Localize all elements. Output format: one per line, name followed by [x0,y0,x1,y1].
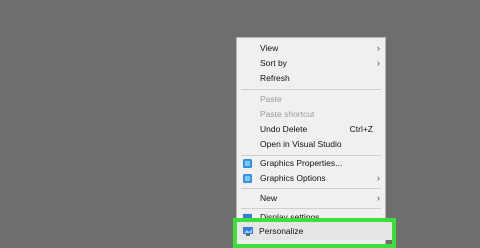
submenu-arrow-icon: › [377,43,380,53]
menu-item-label: Undo Delete [260,124,308,134]
menu-item-label: Sort by [260,58,287,68]
menu-item-label: Graphics Options [260,173,326,183]
menu-item-label: Paste [260,94,282,104]
submenu-arrow-icon: › [377,193,380,203]
intel-graphics-icon [243,174,252,183]
submenu-arrow-icon: › [377,173,380,183]
menu-item-new[interactable]: New › [237,191,385,206]
menu-separator [241,208,381,209]
menu-item-label: New [260,193,278,203]
menu-item-sort-by[interactable]: Sort by › [237,56,385,71]
menu-item-graphics-options[interactable]: Graphics Options › [237,171,385,186]
desktop-context-menu: View › Sort by › Refresh Paste Paste sho… [236,37,386,247]
menu-separator [241,89,381,90]
menu-item-open-in-visual-studio[interactable]: Open in Visual Studio [237,137,385,152]
menu-item-undo-delete[interactable]: Undo Delete Ctrl+Z [237,122,385,137]
menu-item-label: Refresh [260,73,290,83]
menu-item-label: Paste shortcut [260,109,315,119]
menu-item-refresh[interactable]: Refresh [237,71,385,86]
intel-graphics-icon [243,159,252,168]
menu-item-paste-shortcut[interactable]: Paste shortcut [237,107,385,122]
green-highlight-box [233,218,396,248]
menu-item-view[interactable]: View › [237,41,385,56]
menu-item-label: Graphics Properties... [260,158,343,168]
submenu-arrow-icon: › [377,58,380,68]
menu-item-label: Open in Visual Studio [260,139,342,149]
menu-separator [241,188,381,189]
menu-item-graphics-properties[interactable]: Graphics Properties... [237,156,385,171]
menu-item-paste[interactable]: Paste [237,92,385,107]
menu-item-label: View [260,43,279,53]
menu-item-shortcut: Ctrl+Z [349,124,373,134]
